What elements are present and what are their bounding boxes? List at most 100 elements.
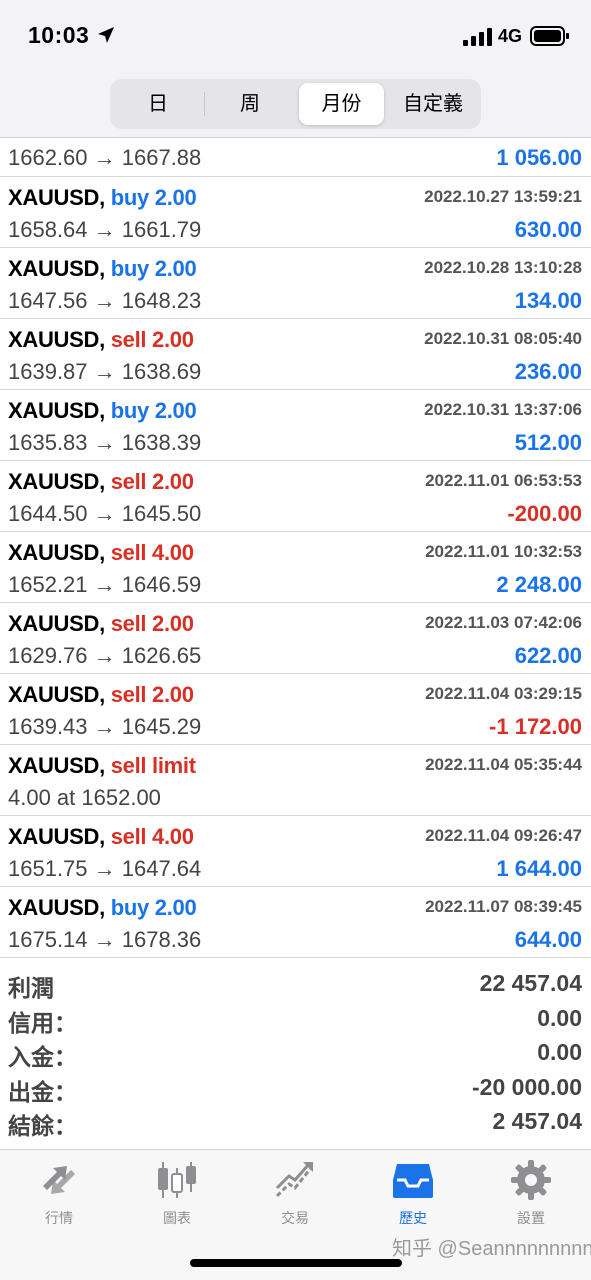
- segment-month[interactable]: 月份: [299, 83, 384, 125]
- tab-history[interactable]: 歷史: [354, 1158, 472, 1238]
- trade-direction: sell limit: [110, 753, 196, 778]
- trade-prices: 1635.83 → 1638.39: [8, 430, 202, 455]
- history-list: 1662.60 → 1667.88 1 056.00 XAUUSD, buy 2…: [0, 139, 591, 958]
- symbol-name: XAUUSD,: [8, 895, 105, 920]
- trade-time: 2022.11.07 08:39:45: [425, 897, 582, 916]
- table-row[interactable]: XAUUSD, sell 2.00 2022.10.31 08:05:40 1639…: [0, 319, 591, 390]
- trade-line-icon: [275, 1162, 313, 1198]
- summary-row: 信用： 0.00: [0, 1001, 591, 1036]
- trade-symbol: XAUUSD, buy 2.00: [8, 185, 197, 211]
- table-row[interactable]: XAUUSD, sell 2.00 2022.11.03 07:42:06 1629…: [0, 603, 591, 674]
- tab-label: 交易: [281, 1210, 309, 1226]
- tab-label: 圖表: [163, 1210, 191, 1226]
- watermark: 知乎 @Seannnnnnnnn: [392, 1238, 591, 1260]
- symbol-name: XAUUSD,: [8, 398, 105, 423]
- quotes-arrows-icon: [43, 1166, 75, 1194]
- segment-day[interactable]: 日: [114, 83, 202, 125]
- symbol-name: XAUUSD,: [8, 753, 105, 778]
- trade-profit: 644.00: [514, 927, 582, 952]
- trade-prices: 1652.21 → 1646.59: [8, 572, 202, 597]
- trade-direction: buy 2.00: [110, 256, 197, 281]
- account-summary: 利潤 22 457.04 信用： 0.00 入金： 0.00 出金： -20 000.00 結餘…: [0, 966, 591, 1139]
- candlestick-chart-icon: [158, 1162, 196, 1198]
- trade-symbol: XAUUSD, sell 2.00: [8, 469, 194, 495]
- trade-prices: 1639.87 → 1638.69: [8, 359, 202, 384]
- table-row[interactable]: XAUUSD, buy 2.00 2022.10.31 13:37:06 1635.…: [0, 390, 591, 461]
- location-arrow-icon: [98, 27, 114, 43]
- symbol-name: XAUUSD,: [8, 824, 105, 849]
- summary-label: 結餘：: [8, 1113, 77, 1139]
- summary-row: 利潤 22 457.04: [0, 966, 591, 1001]
- period-header: 日 周 月份 自定義: [0, 70, 591, 138]
- trade-direction: buy 2.00: [110, 895, 197, 920]
- cellular-signal-icon: [463, 28, 492, 46]
- summary-value: -20 000.00: [472, 1073, 582, 1100]
- trade-symbol: XAUUSD, sell 4.00: [8, 824, 194, 850]
- summary-label: 利潤: [8, 975, 54, 1001]
- trade-direction: buy 2.00: [110, 185, 197, 210]
- status-time: 10:03: [28, 22, 90, 48]
- trade-time: 2022.10.31 13:37:06: [424, 400, 582, 419]
- trade-time: 2022.10.28 13:10:28: [424, 258, 582, 277]
- table-row[interactable]: XAUUSD, sell 4.00 2022.11.04 09:26:47 1651…: [0, 816, 591, 887]
- trade-direction: sell 2.00: [110, 611, 194, 636]
- trade-profit: -1 172.00: [489, 714, 582, 739]
- table-row[interactable]: XAUUSD, buy 2.00 2022.10.27 13:59:21 1658.…: [0, 177, 591, 248]
- symbol-name: XAUUSD,: [8, 327, 105, 352]
- trade-prices: 1651.75 → 1647.64: [8, 856, 202, 881]
- trade-symbol: XAUUSD, buy 2.00: [8, 398, 197, 424]
- symbol-name: XAUUSD,: [8, 256, 105, 281]
- trade-symbol: XAUUSD, sell limit: [8, 753, 196, 779]
- battery-icon: [530, 26, 569, 46]
- summary-value: 0.00: [537, 1004, 582, 1031]
- trade-direction: sell 2.00: [110, 682, 194, 707]
- trade-direction: buy 2.00: [110, 398, 197, 423]
- trade-prices: 1675.14 → 1678.36: [8, 927, 202, 952]
- summary-row: 入金： 0.00: [0, 1035, 591, 1070]
- trade-prices: 1662.60 → 1667.88: [8, 145, 202, 170]
- trade-time: 2022.10.27 13:59:21: [424, 187, 582, 206]
- table-row[interactable]: XAUUSD, sell 4.00 2022.11.01 10:32:53 1652…: [0, 532, 591, 603]
- tab-trade[interactable]: 交易: [236, 1158, 354, 1238]
- segment-week[interactable]: 周: [206, 83, 294, 125]
- symbol-name: XAUUSD,: [8, 540, 105, 565]
- tab-settings[interactable]: 設置: [472, 1158, 590, 1238]
- trade-symbol: XAUUSD, sell 2.00: [8, 682, 194, 708]
- trade-profit: 236.00: [514, 359, 582, 384]
- summary-label: 出金：: [8, 1078, 77, 1105]
- trade-prices: 1658.64 → 1661.79: [8, 217, 202, 242]
- home-indicator[interactable]: [190, 1259, 402, 1267]
- trade-profit: 1 644.00: [496, 856, 582, 881]
- summary-value: 22 457.04: [479, 970, 582, 996]
- segment-custom[interactable]: 自定義: [389, 83, 477, 125]
- list-item[interactable]: 1662.60 → 1667.88 1 056.00: [0, 139, 591, 177]
- trade-profit: -200.00: [507, 501, 582, 526]
- tab-label: 設置: [517, 1210, 545, 1226]
- summary-label: 入金：: [8, 1044, 77, 1070]
- trade-profit: 512.00: [514, 430, 582, 455]
- trade-direction: sell 2.00: [110, 469, 194, 494]
- symbol-name: XAUUSD,: [8, 469, 105, 494]
- table-row[interactable]: XAUUSD, buy 2.00 2022.10.28 13:10:28 1647.…: [0, 248, 591, 319]
- period-segmented-control: 日 周 月份 自定義: [110, 79, 481, 129]
- trade-prices: 1639.43 → 1645.29: [8, 714, 202, 739]
- table-row[interactable]: XAUUSD, sell 2.00 2022.11.04 03:29:15 1639…: [0, 674, 591, 745]
- trade-time: 2022.11.03 07:42:06: [425, 613, 582, 632]
- table-row[interactable]: XAUUSD, sell 2.00 2022.11.01 06:53:53 1644…: [0, 461, 591, 532]
- tab-label: 行情: [45, 1210, 73, 1226]
- table-row[interactable]: XAUUSD, sell limit 2022.11.04 05:35:44 4.0…: [0, 745, 591, 816]
- trade-direction: sell 2.00: [110, 327, 194, 352]
- history-inbox-icon: [393, 1164, 433, 1198]
- symbol-name: XAUUSD,: [8, 611, 105, 636]
- trade-time: 2022.11.01 06:53:53: [425, 471, 582, 490]
- summary-value: 0.00: [537, 1039, 582, 1065]
- status-bar: 10:03 4G: [0, 0, 591, 70]
- trade-direction: sell 4.00: [110, 540, 194, 565]
- tab-charts[interactable]: 圖表: [118, 1158, 236, 1238]
- summary-row: 出金： -20 000.00: [0, 1070, 591, 1105]
- trade-time: 2022.11.04 09:26:47: [425, 826, 582, 845]
- tab-quotes[interactable]: 行情: [0, 1158, 118, 1238]
- trade-profit: 134.00: [514, 288, 582, 313]
- table-row[interactable]: XAUUSD, buy 2.00 2022.11.07 08:39:45 1675.…: [0, 887, 591, 958]
- trade-prices: 1629.76 → 1626.65: [8, 643, 202, 668]
